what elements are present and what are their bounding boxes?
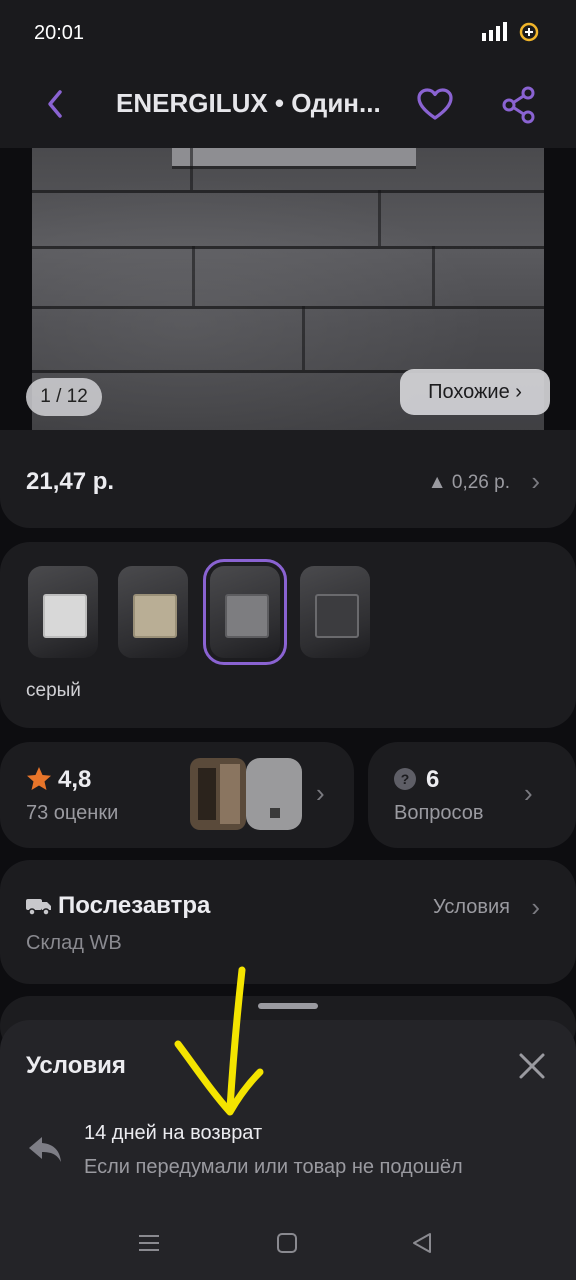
- heart-icon: [417, 88, 453, 120]
- chevron-right-icon: ›: [316, 778, 325, 808]
- status-bar: 20:01: [0, 0, 576, 62]
- battery-icon: [519, 22, 539, 42]
- conditions-link[interactable]: Условия: [433, 896, 510, 919]
- price-change: ▲ 0,26 р.: [427, 472, 510, 493]
- switch-plate-edge: [172, 148, 416, 169]
- price-card[interactable]: 21,47 р. ▲ 0,26 р. ›: [0, 430, 576, 528]
- product-gallery[interactable]: 1 / 12 Похожие ›: [0, 148, 576, 442]
- delivery-title: Послезавтра: [58, 892, 211, 919]
- color-variants-card: серый: [0, 542, 576, 728]
- app-bar: ENERGILUX • Один...: [0, 62, 576, 148]
- price-value: 21,47 р.: [26, 468, 115, 495]
- selected-color-name: серый: [26, 680, 81, 701]
- status-time: 20:01: [34, 22, 85, 44]
- rating-card[interactable]: 4,8 73 оценки ›: [0, 742, 354, 848]
- rating-value: 4,8: [58, 766, 92, 793]
- chevron-right-icon: ›: [524, 778, 533, 808]
- similar-button[interactable]: Похожие ›: [400, 369, 550, 415]
- rating-count: 73 оценки: [26, 802, 119, 824]
- status-icons: [480, 21, 540, 43]
- delivery-card[interactable]: Послезавтра Склад WB Условия ›: [0, 860, 576, 984]
- return-subtitle: Если передумали или товар не подошёл: [84, 1156, 463, 1178]
- close-button[interactable]: [516, 1050, 548, 1082]
- system-nav-bar: [0, 1204, 576, 1280]
- color-thumb-beige[interactable]: [118, 566, 188, 658]
- sheet-title: Условия: [26, 1052, 126, 1079]
- chevron-right-icon: ›: [531, 466, 540, 496]
- question-icon: ?: [394, 768, 416, 790]
- home-icon[interactable]: [274, 1230, 300, 1256]
- chevron-right-icon: ›: [531, 892, 540, 922]
- menu-icon[interactable]: [136, 1230, 162, 1256]
- signal-icon: [482, 22, 507, 41]
- color-thumb-white[interactable]: [28, 566, 98, 658]
- chevron-left-icon: [48, 90, 62, 118]
- back-nav-icon[interactable]: [410, 1230, 436, 1256]
- star-icon: [27, 767, 51, 790]
- sheet-drag-handle[interactable]: [258, 1003, 318, 1009]
- share-button[interactable]: [500, 84, 538, 126]
- color-thumb-dark[interactable]: [300, 566, 370, 658]
- share-icon: [502, 86, 535, 124]
- questions-label: Вопросов: [394, 802, 484, 824]
- back-button[interactable]: [36, 84, 76, 124]
- product-title: ENERGILUX • Один...: [116, 88, 381, 118]
- delivery-source: Склад WB: [26, 932, 122, 954]
- close-icon: [519, 1053, 545, 1079]
- truck-icon: [26, 899, 51, 916]
- return-arrow-icon: [29, 1137, 61, 1162]
- questions-card[interactable]: ? 6 Вопросов ›: [368, 742, 576, 848]
- color-thumb-gray[interactable]: [203, 559, 287, 665]
- questions-count: 6: [426, 766, 440, 793]
- return-title: 14 дней на возврат: [84, 1122, 263, 1144]
- photo-counter: 1 / 12: [26, 378, 102, 416]
- favorite-button[interactable]: [414, 84, 456, 126]
- review-photos[interactable]: [190, 758, 302, 830]
